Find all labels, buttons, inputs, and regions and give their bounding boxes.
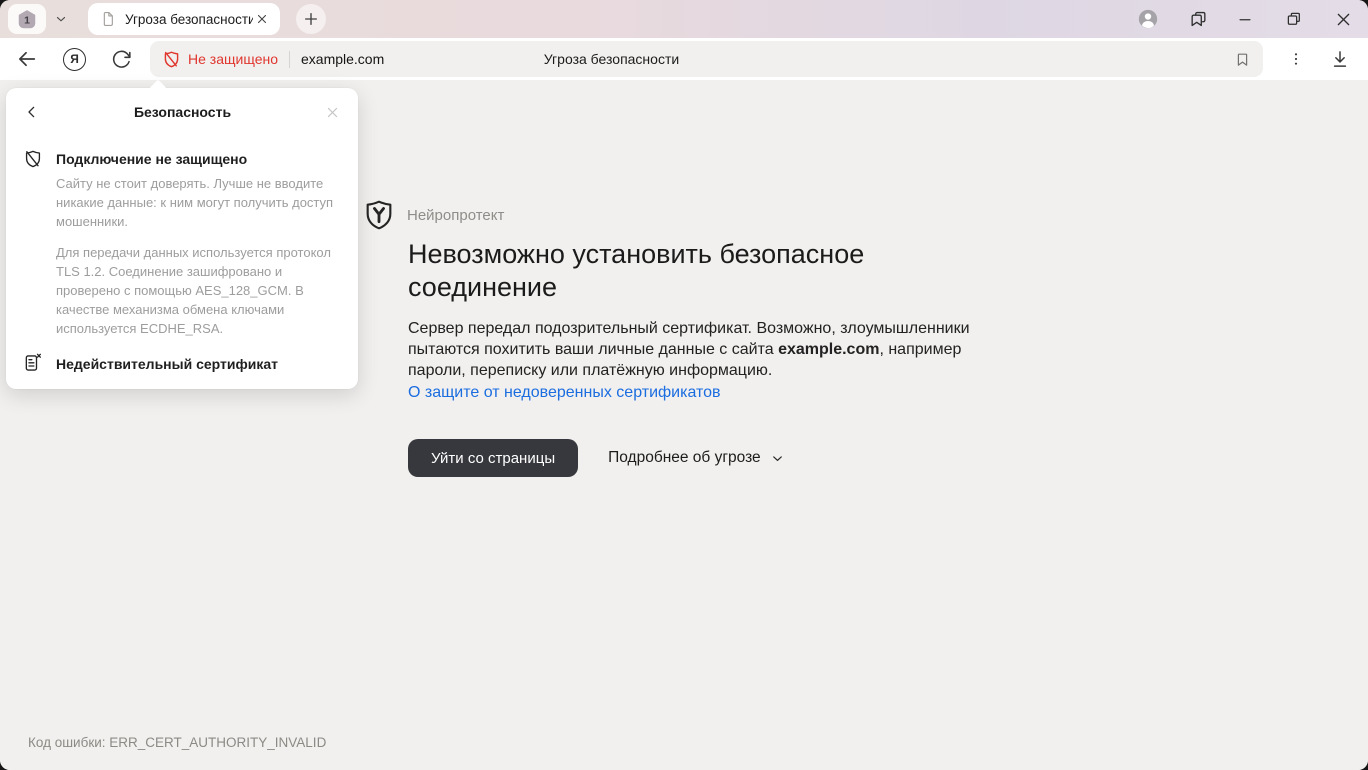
new-tab-button[interactable] bbox=[296, 4, 326, 34]
page-title: Невозможно установить безопасное соедине… bbox=[408, 238, 928, 304]
back-arrow-icon bbox=[16, 48, 38, 70]
browser-window: 1 Угроза безопасности bbox=[0, 0, 1368, 770]
tab-list-chevron-button[interactable] bbox=[50, 8, 72, 30]
security-badge-label: Не защищено bbox=[188, 51, 278, 67]
connection-status-body: Подключение не защищено Сайту не стоит д… bbox=[56, 150, 342, 338]
bookmark-flag-icon bbox=[1234, 51, 1251, 68]
security-badge[interactable]: Не защищено bbox=[162, 50, 278, 69]
close-icon bbox=[256, 13, 268, 25]
popup-back-button[interactable] bbox=[22, 102, 42, 122]
shield-off-icon bbox=[162, 50, 181, 69]
minimize-button[interactable] bbox=[1233, 7, 1257, 31]
chevron-left-icon bbox=[24, 104, 40, 120]
tab-counter-shield-icon: 1 bbox=[16, 8, 38, 31]
bookmarks-panel-icon bbox=[1189, 10, 1208, 29]
yandex-logo-glyph: Я bbox=[70, 52, 79, 66]
tab-title: Угроза безопасности bbox=[125, 12, 253, 27]
shield-off-icon bbox=[23, 149, 43, 169]
refresh-icon bbox=[111, 49, 132, 70]
chevron-down-icon bbox=[54, 12, 68, 26]
back-button[interactable] bbox=[14, 46, 40, 72]
restore-button[interactable] bbox=[1282, 7, 1306, 31]
toolbar: Я Не защищено example.com Угроза безопас… bbox=[0, 38, 1368, 80]
connection-status-item: Подключение не защищено Сайту не стоит д… bbox=[6, 150, 358, 338]
tab-counter-button[interactable]: 1 bbox=[8, 4, 46, 34]
warning-domain: example.com bbox=[778, 341, 879, 358]
connection-protocol-text: Для передачи данных используется протоко… bbox=[56, 243, 342, 338]
bookmark-button[interactable] bbox=[1234, 51, 1251, 68]
connection-status-title: Подключение не защищено bbox=[56, 150, 342, 168]
popup-title: Безопасность bbox=[42, 104, 323, 120]
security-popup: Безопасность Подключение не защищено bbox=[6, 88, 358, 389]
threat-details-label: Подробнее об угрозе bbox=[608, 449, 761, 467]
brand-label: Нейропротект bbox=[407, 207, 504, 224]
profile-avatar[interactable] bbox=[1137, 8, 1159, 30]
url-text: example.com bbox=[301, 51, 384, 67]
close-window-button[interactable] bbox=[1331, 7, 1356, 32]
protect-shield-icon bbox=[362, 198, 396, 232]
yandex-home-button[interactable]: Я bbox=[63, 48, 86, 71]
popup-close-button[interactable] bbox=[323, 103, 342, 122]
warning-paragraph: Сервер передал подозрительный сертификат… bbox=[408, 318, 986, 381]
close-icon bbox=[1334, 10, 1353, 29]
tab-close-button[interactable] bbox=[253, 10, 271, 28]
tab-count: 1 bbox=[24, 14, 30, 26]
browser-menu-button[interactable] bbox=[1284, 47, 1308, 71]
tab-strip: 1 Угроза безопасности bbox=[0, 0, 1368, 38]
avatar-icon bbox=[1137, 8, 1159, 30]
address-bar[interactable]: Не защищено example.com Угроза безопасно… bbox=[150, 41, 1263, 77]
restore-icon bbox=[1285, 10, 1303, 28]
plus-icon bbox=[303, 11, 319, 27]
interstitial-content: Нейропротект Невозможно установить безоп… bbox=[362, 198, 1022, 477]
kebab-menu-icon bbox=[1288, 51, 1304, 67]
invalid-certificate-item[interactable]: Недействительный сертификат bbox=[6, 354, 358, 373]
popup-header: Безопасность bbox=[6, 102, 358, 122]
side-panel-button[interactable] bbox=[1189, 10, 1208, 29]
downloads-button[interactable] bbox=[1328, 47, 1352, 71]
omnibox-page-title: Угроза безопасности bbox=[150, 51, 1073, 67]
popup-arrow bbox=[150, 80, 167, 97]
certificate-invalid-icon bbox=[23, 353, 43, 373]
certificates-help-link[interactable]: О защите от недоверенных сертификатов bbox=[408, 382, 986, 403]
close-icon bbox=[325, 105, 340, 120]
page-document-icon bbox=[100, 11, 116, 27]
active-tab[interactable]: Угроза безопасности bbox=[88, 3, 280, 35]
chevron-down-icon bbox=[770, 451, 785, 466]
brand-row: Нейропротект bbox=[362, 198, 1022, 232]
actions-row: Уйти со страницы Подробнее об угрозе bbox=[408, 439, 1022, 477]
leave-page-button[interactable]: Уйти со страницы bbox=[408, 439, 578, 477]
page-content: Безопасность Подключение не защищено bbox=[0, 80, 1368, 770]
minimize-icon bbox=[1236, 10, 1254, 28]
connection-warning-text: Сайту не стоит доверять. Лучше не вводит… bbox=[56, 174, 342, 231]
refresh-button[interactable] bbox=[109, 47, 134, 72]
threat-details-toggle[interactable]: Подробнее об угрозе bbox=[608, 449, 785, 467]
download-icon bbox=[1330, 49, 1350, 69]
invalid-certificate-title: Недействительный сертификат bbox=[56, 355, 278, 373]
error-code: Код ошибки: ERR_CERT_AUTHORITY_INVALID bbox=[28, 735, 326, 750]
